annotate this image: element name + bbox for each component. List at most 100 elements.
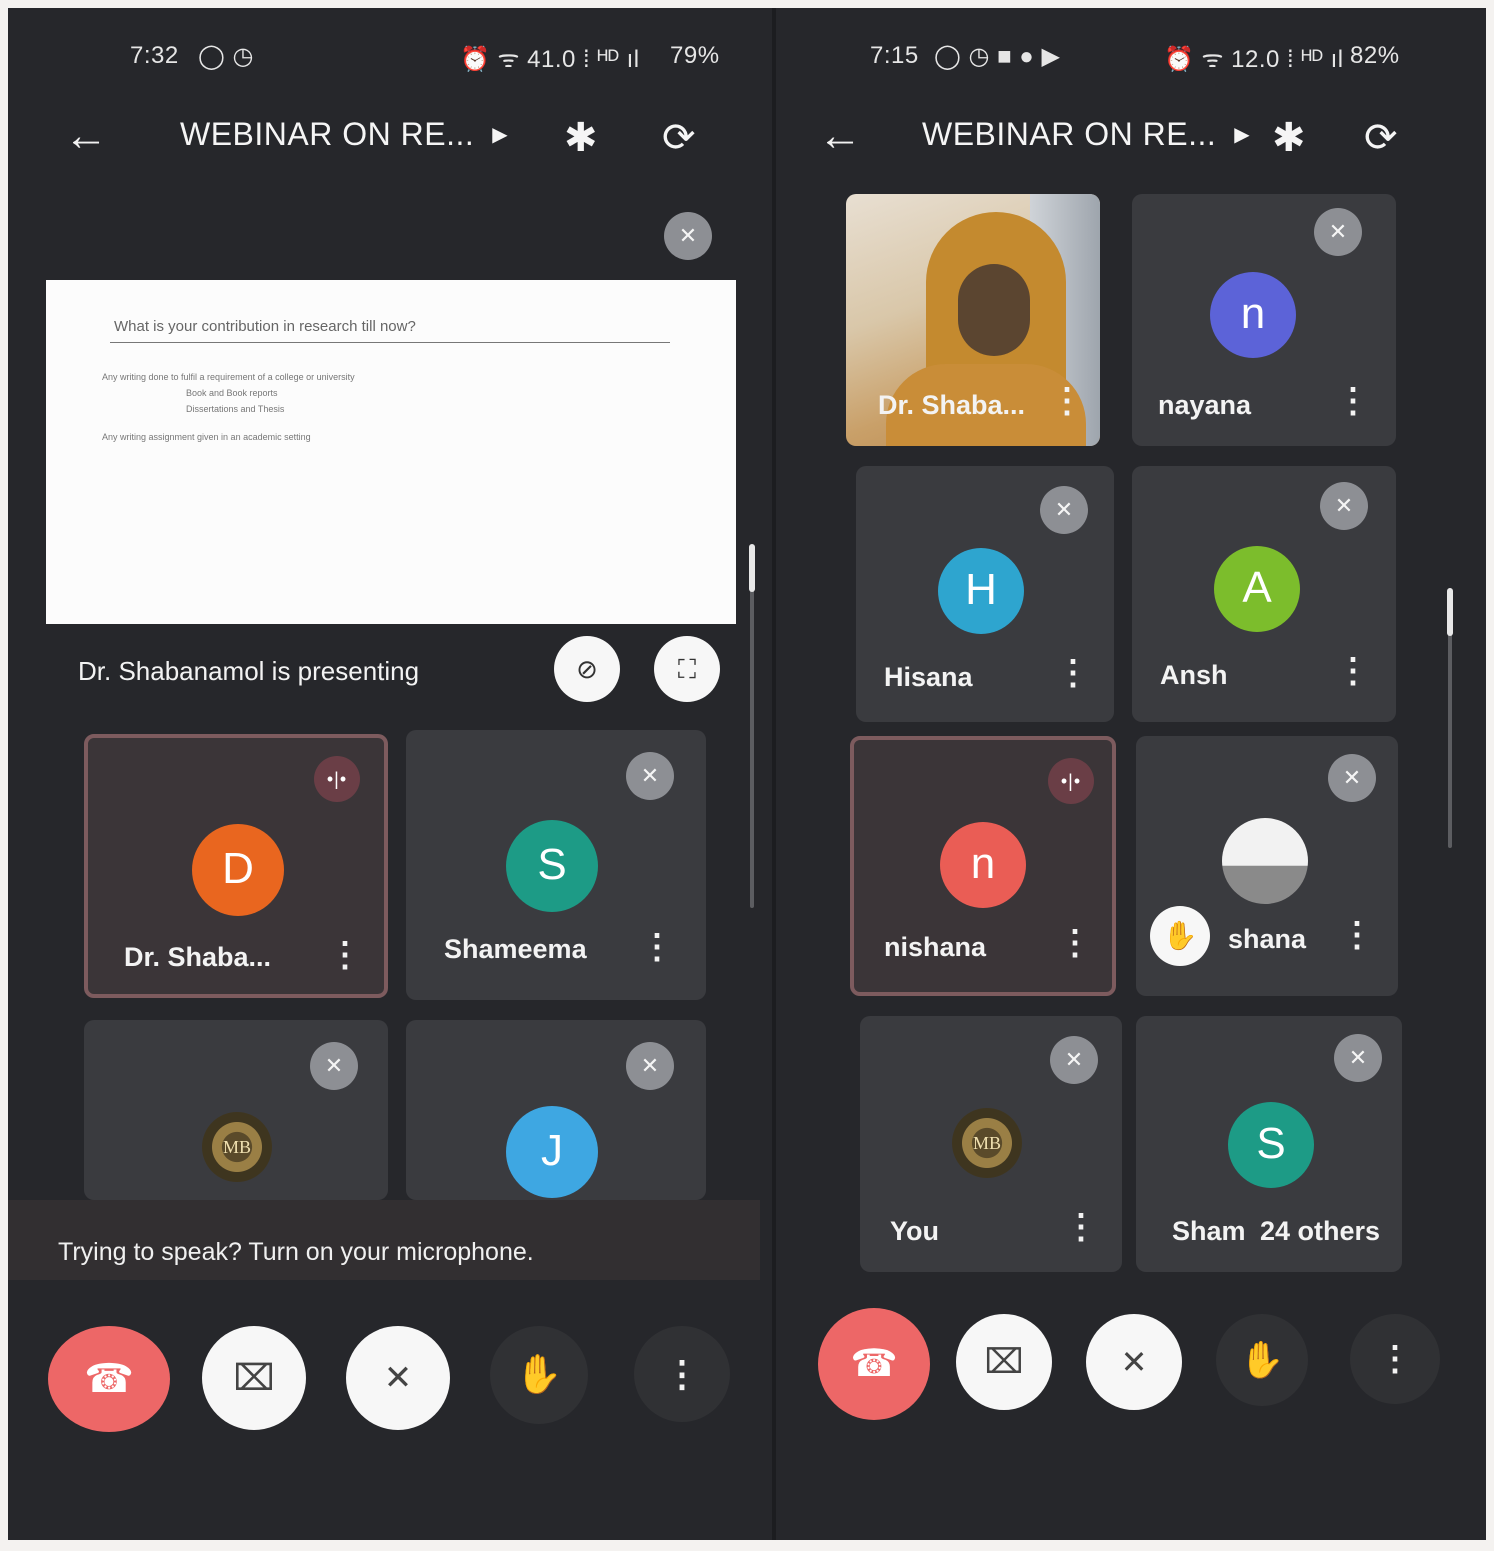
avatar: D (192, 824, 284, 916)
raise-hand-button[interactable]: ✋ (1216, 1314, 1308, 1406)
mic-off-icon: ✕ (1314, 208, 1362, 256)
end-call-icon: ☎ (850, 1343, 898, 1385)
more-options-icon[interactable]: ⋮ (1058, 926, 1092, 960)
raised-hand-badge: ✋ (1150, 906, 1210, 966)
status-notification-icons: ◯ ◷ ■ ● ▶ (934, 43, 1061, 70)
emblem-avatar: MB (202, 1112, 272, 1182)
mic-off-icon: ✕ (1320, 482, 1368, 530)
more-options-icon[interactable]: ⋮ (1336, 654, 1370, 688)
back-arrow-icon[interactable]: ← (64, 108, 108, 164)
more-options-icon[interactable]: ⋮ (328, 938, 362, 972)
status-time: 7:32 (130, 42, 179, 69)
more-options-icon[interactable]: ⋮ (640, 930, 674, 964)
unpin-button[interactable]: ⊘ (554, 636, 620, 702)
video-person-face (958, 264, 1030, 356)
status-system-icons: ⏰ ᯤ 12.0 ⁞ ᴴᴰ ıl (1164, 46, 1344, 73)
camera-switch-icon[interactable]: ⟳ (1364, 114, 1398, 162)
participant-name: Hisana (884, 662, 973, 692)
participant-tile-ansh[interactable]: ✕ A Ansh ⋮ (1132, 466, 1396, 722)
participant-tile-nishana[interactable]: •|• n nishana ⋮ (850, 736, 1116, 996)
slide-bullet: Any writing assignment given in an acade… (102, 432, 311, 442)
participant-tile-nayana[interactable]: ✕ n nayana ⋮ (1132, 194, 1396, 446)
emblem-avatar: MB (952, 1108, 1022, 1178)
raise-hand-icon: ✋ (1162, 920, 1198, 951)
participant-name: You (890, 1216, 939, 1246)
others-count-label: 24 others (1260, 1216, 1381, 1246)
participant-tile-shameema[interactable]: ✕ S Shameema ⋮ (406, 730, 706, 1000)
scrollbar-track[interactable] (750, 548, 754, 908)
participant-tile-j[interactable]: ✕ J (406, 1020, 706, 1200)
speaking-indicator-icon: •|• (314, 756, 360, 802)
end-call-icon: ☎ (84, 1357, 134, 1401)
mic-off-icon: ✕ (1328, 754, 1376, 802)
end-call-button[interactable]: ☎ (48, 1326, 170, 1432)
avatar: S (506, 820, 598, 912)
participant-tile-dr-shaba-video[interactable]: Dr. Shaba... ⋮ (846, 194, 1100, 446)
bluetooth-icon[interactable]: ✱ (1272, 114, 1306, 162)
raise-hand-icon: ✋ (515, 1354, 563, 1396)
participant-tile-you[interactable]: ✕ MB You ⋮ (860, 1016, 1122, 1272)
participant-name: nayana (1158, 390, 1252, 420)
fullscreen-button[interactable]: ⛶ (654, 636, 720, 702)
participant-name: Sham (1172, 1216, 1246, 1246)
participant-name: Dr. Shaba... (124, 942, 272, 972)
participant-tile-dr-shaba[interactable]: •|• D Dr. Shaba... ⋮ (84, 734, 388, 998)
meeting-title[interactable]: WEBINAR ON RE... ▶ (180, 116, 508, 153)
unpin-icon: ⊘ (576, 654, 598, 684)
participant-tile-others[interactable]: ✕ S Sham 24 others (1136, 1016, 1402, 1272)
participant-name: Dr. Shaba... (878, 390, 1026, 420)
battery-level: 79% (670, 42, 720, 69)
avatar: n (940, 822, 1026, 908)
bluetooth-icon[interactable]: ✱ (564, 114, 598, 162)
mic-toggle-button[interactable]: ✕ (1086, 1314, 1182, 1410)
participant-tile-shana[interactable]: ✕ ✋ shana ⋮ (1136, 736, 1398, 996)
battery-level: 82% (1350, 42, 1400, 69)
mic-off-icon: ✕ (310, 1042, 358, 1090)
mic-off-icon: ✕ (1120, 1344, 1148, 1380)
meeting-title[interactable]: WEBINAR ON RE... ▶ (922, 116, 1250, 153)
avatar: J (506, 1106, 598, 1198)
slide-bullet: Any writing done to fulfil a requirement… (102, 372, 355, 382)
back-arrow-icon[interactable]: ← (818, 108, 862, 164)
slide-sub-bullet: Dissertations and Thesis (186, 404, 285, 414)
participant-name: Shameema (444, 934, 587, 964)
mic-off-icon: ✕ (626, 1042, 674, 1090)
profile-photo-avatar (1222, 818, 1308, 904)
end-call-button[interactable]: ☎ (818, 1308, 930, 1420)
more-actions-button[interactable]: ⋮ (1350, 1314, 1440, 1404)
avatar: A (1214, 546, 1300, 632)
presenter-mic-off-icon: ✕ (664, 212, 712, 260)
left-phone-screen: 7:32 ◯ ◷ ⏰ ᯤ 41.0 ⁞ ᴴᴰ ıl 79% ← WEBINAR … (8, 8, 770, 1540)
panel-divider (772, 8, 776, 1540)
camera-off-icon: ⌧ (233, 1357, 275, 1398)
speaking-indicator-icon: •|• (1048, 758, 1094, 804)
camera-toggle-button[interactable]: ⌧ (956, 1314, 1052, 1410)
presentation-slide: What is your contribution in research ti… (46, 280, 736, 624)
raise-hand-button[interactable]: ✋ (490, 1326, 588, 1424)
scrollbar-thumb[interactable] (1447, 588, 1453, 636)
more-options-icon[interactable]: ⋮ (1050, 384, 1084, 418)
camera-switch-icon[interactable]: ⟳ (662, 114, 696, 162)
avatar: n (1210, 272, 1296, 358)
meeting-toolbar: ← WEBINAR ON RE... ▶ ✱ ⟳ (8, 108, 770, 168)
avatar: H (938, 548, 1024, 634)
more-options-icon[interactable]: ⋮ (1340, 918, 1374, 952)
avatar: S (1228, 1102, 1314, 1188)
camera-toggle-button[interactable]: ⌧ (202, 1326, 306, 1430)
participant-tile-hisana[interactable]: ✕ H Hisana ⋮ (856, 466, 1114, 722)
mic-off-icon: ✕ (626, 752, 674, 800)
scrollbar-thumb[interactable] (749, 544, 755, 592)
title-caret-icon: ▶ (1234, 124, 1251, 146)
fullscreen-icon: ⛶ (677, 654, 697, 684)
more-actions-button[interactable]: ⋮ (634, 1326, 730, 1422)
presenting-label: Dr. Shabanamol is presenting (78, 656, 420, 686)
more-options-icon[interactable]: ⋮ (1336, 384, 1370, 418)
mic-off-icon: ✕ (383, 1359, 413, 1397)
more-vert-icon: ⋮ (664, 1353, 700, 1394)
meeting-title-text: WEBINAR ON RE... (922, 116, 1217, 152)
more-options-icon[interactable]: ⋮ (1064, 1210, 1098, 1244)
participant-name: shana (1228, 924, 1307, 954)
more-options-icon[interactable]: ⋮ (1056, 656, 1090, 690)
participant-tile-emblem[interactable]: ✕ MB (84, 1020, 388, 1200)
mic-toggle-button[interactable]: ✕ (346, 1326, 450, 1430)
